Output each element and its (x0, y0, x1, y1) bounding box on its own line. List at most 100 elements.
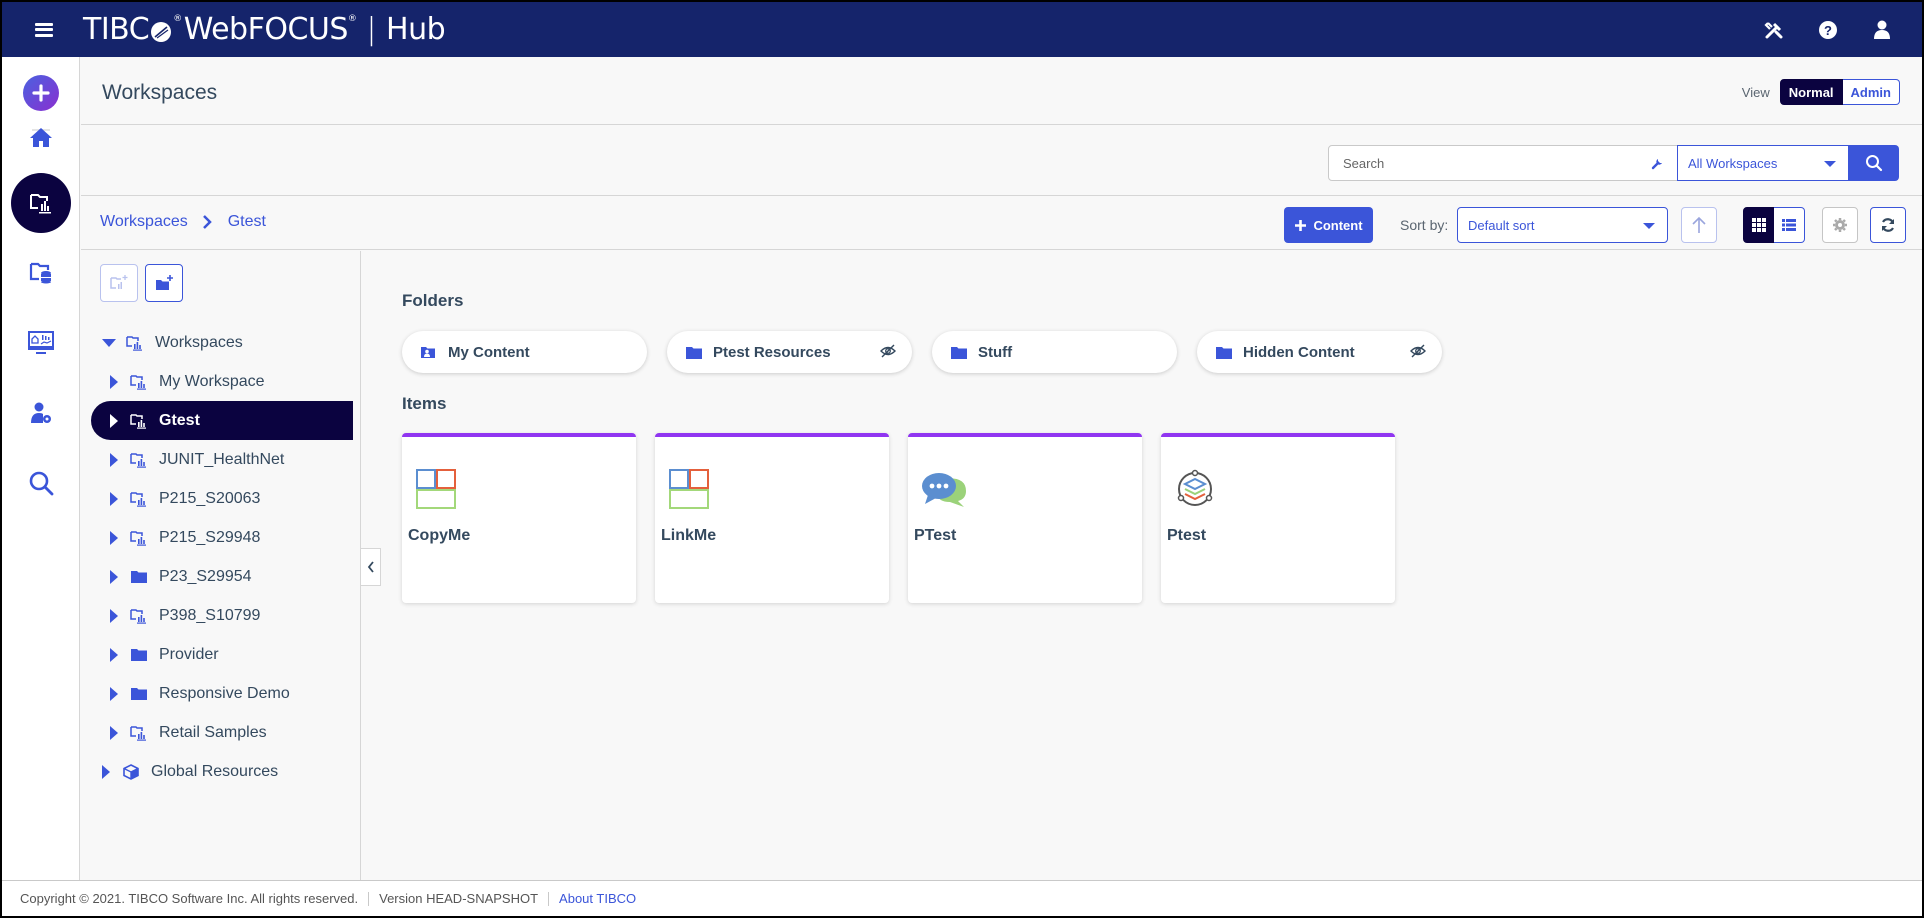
tree-item-label: Retail Samples (159, 723, 267, 741)
tree-item[interactable]: JUNIT_HealthNet (81, 440, 361, 479)
content-area: Folders My Content Ptest Resources Stuff… (362, 251, 1922, 880)
tree-item[interactable]: Provider (81, 635, 361, 674)
tree-item[interactable]: P23_S29954 (81, 557, 361, 596)
tree-item[interactable]: Responsive Demo (81, 674, 361, 713)
grid-icon (1751, 218, 1766, 232)
user-icon[interactable] (1868, 16, 1896, 44)
folder-database-icon (29, 262, 51, 284)
tree-item[interactable]: P398_S10799 (81, 596, 361, 635)
folder-label: Ptest Resources (713, 343, 831, 361)
folder-tile[interactable]: Stuff (932, 331, 1177, 373)
footer-divider (548, 891, 550, 906)
refresh-button[interactable] (1870, 207, 1906, 243)
expand-triangle-icon[interactable] (110, 452, 118, 467)
rail-search[interactable] (11, 453, 71, 513)
folder-label: Hidden Content (1243, 343, 1355, 361)
tree-item[interactable]: Gtest (91, 401, 353, 440)
folder-icon (130, 647, 150, 663)
item-card[interactable]: CopyMe (402, 433, 636, 603)
search-button[interactable] (1849, 145, 1899, 181)
tree-item[interactable]: My Workspace (81, 362, 361, 401)
folder-icon (1215, 346, 1232, 359)
home-icon (30, 128, 52, 147)
tibco-ball-icon (151, 22, 172, 42)
settings-button[interactable] (1822, 207, 1858, 243)
expand-triangle-icon[interactable] (110, 647, 118, 662)
expand-triangle-icon[interactable] (102, 338, 116, 347)
top-bar: TIBC ® WebFOCUS ® | Hub ? (2, 2, 1922, 57)
menu-icon[interactable] (35, 22, 53, 37)
item-card[interactable]: LinkMe (655, 433, 889, 603)
sort-direction-button[interactable] (1681, 207, 1717, 243)
new-folder-button[interactable] (145, 264, 183, 302)
expand-triangle-icon[interactable] (110, 686, 118, 701)
grid-view-button[interactable] (1743, 207, 1774, 243)
tree-root-workspaces[interactable]: Workspaces (81, 323, 361, 362)
tree-item[interactable]: P215_S29948 (81, 518, 361, 557)
tree-global-resources[interactable]: Global Resources (81, 752, 361, 791)
add-content-button[interactable]: Content (1284, 207, 1373, 243)
about-tibco-link[interactable]: About TIBCO (559, 891, 636, 906)
tree-item[interactable]: P215_S20063 (81, 479, 361, 518)
breadcrumb-gtest[interactable]: Gtest (228, 213, 266, 231)
folder-tile[interactable]: Ptest Resources (667, 331, 912, 373)
search-field (1328, 145, 1678, 181)
breadcrumb-workspaces[interactable]: Workspaces (100, 213, 188, 231)
rail-workspaces[interactable] (11, 173, 71, 233)
tree-item-label: Responsive Demo (159, 684, 290, 702)
expand-triangle-icon[interactable] (110, 413, 118, 428)
monitor-dashboard-icon (28, 331, 54, 354)
help-icon[interactable]: ? (1814, 16, 1842, 44)
rail-admin[interactable] (11, 383, 71, 443)
expand-triangle-icon[interactable] (102, 764, 110, 779)
page-layout-icon (414, 467, 458, 511)
tree-item[interactable]: Retail Samples (81, 713, 361, 752)
svg-text:?: ? (1824, 23, 1832, 38)
advanced-search-icon[interactable] (1651, 156, 1665, 175)
folder-icon (950, 346, 967, 359)
new-workspace-icon (110, 275, 128, 289)
chevron-right-icon (202, 215, 212, 229)
new-workspace-button[interactable] (100, 264, 138, 302)
search-scope-value: All Workspaces (1688, 155, 1778, 171)
folder-tile[interactable]: Hidden Content (1197, 331, 1442, 373)
sort-select[interactable]: Default sort (1457, 207, 1668, 243)
expand-triangle-icon[interactable] (110, 530, 118, 545)
create-button[interactable] (23, 75, 59, 111)
workspace-icon (130, 491, 150, 507)
expand-triangle-icon[interactable] (110, 491, 118, 506)
search-input[interactable] (1343, 155, 1643, 171)
chevron-down-icon (1643, 223, 1655, 229)
expand-triangle-icon[interactable] (110, 725, 118, 740)
list-view-button[interactable] (1774, 207, 1805, 243)
rail-home[interactable] (11, 107, 71, 167)
expand-triangle-icon[interactable] (110, 608, 118, 623)
expand-triangle-icon[interactable] (110, 374, 118, 389)
folder-icon (130, 569, 150, 585)
workspace-icon (130, 608, 150, 624)
page-title: Workspaces (102, 81, 218, 104)
rail-portals[interactable] (11, 313, 71, 373)
workspace-icon (130, 452, 150, 468)
search-bar-row: All Workspaces (81, 126, 1922, 196)
version-text: Version HEAD-SNAPSHOT (379, 891, 539, 906)
gear-icon (1833, 218, 1847, 232)
tree-item-label: P215_S20063 (159, 489, 261, 507)
view-admin-button[interactable]: Admin (1842, 79, 1900, 105)
arrow-up-icon (1692, 216, 1706, 233)
tree-item-label: P23_S29954 (159, 567, 252, 585)
view-normal-button[interactable]: Normal (1779, 79, 1843, 105)
item-card[interactable]: PTest (908, 433, 1142, 603)
folder-tile[interactable]: My Content (402, 331, 647, 373)
breadcrumb-toolbar-row: Workspaces Gtest Content Sort by: Defaul… (81, 197, 1922, 250)
tools-icon[interactable] (1760, 16, 1788, 44)
plus-icon (1295, 219, 1307, 231)
item-card[interactable]: Ptest (1161, 433, 1395, 603)
item-label: CopyMe (408, 527, 471, 544)
search-scope-select[interactable]: All Workspaces (1677, 145, 1849, 181)
workspace-icon (130, 530, 150, 546)
expand-triangle-icon[interactable] (110, 569, 118, 584)
workspace-icon (130, 374, 150, 390)
rail-data[interactable] (11, 243, 71, 303)
tree-item-label: My Workspace (159, 372, 265, 390)
